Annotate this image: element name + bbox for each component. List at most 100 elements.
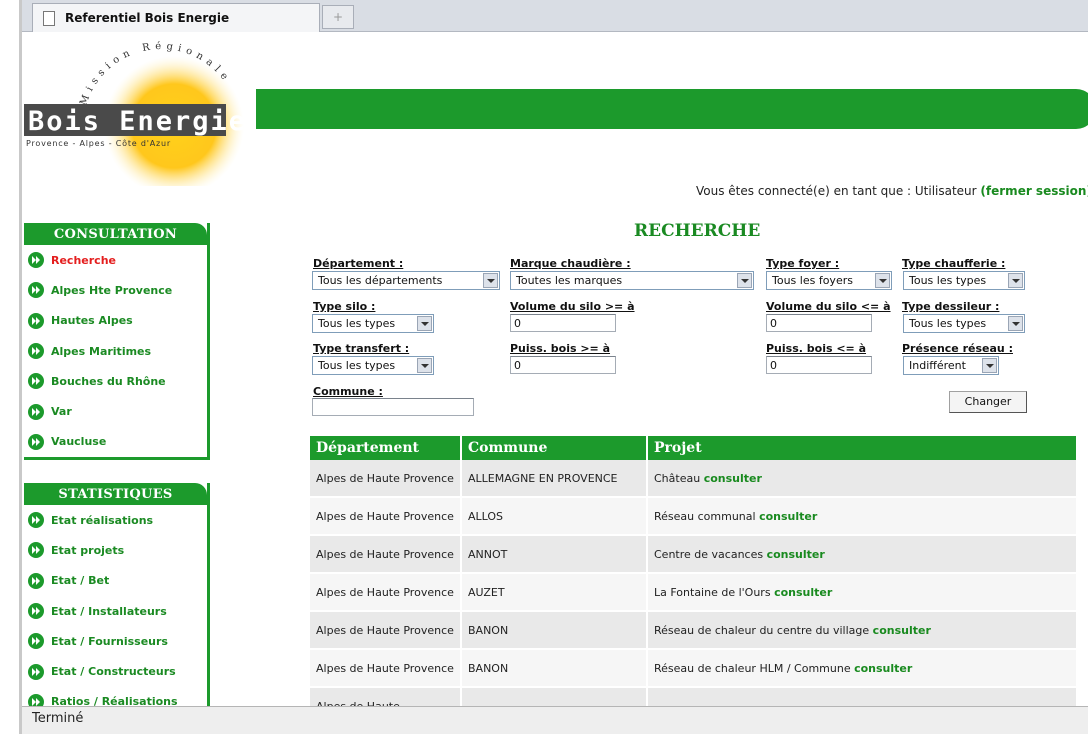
puiss-max-label: Puiss. bois <= à [766,342,867,355]
cell-commune-text: BANON [468,661,509,675]
cell-departement-text: Alpes de Haute Provence [316,509,454,523]
sidebar-item-etat-realisations[interactable]: Etat réalisations [24,505,207,535]
cell-commune: BANON [462,650,648,688]
cell-commune-text: BANON [468,623,509,637]
column-header-departement[interactable]: Département [310,436,462,460]
consulter-link[interactable]: consulter [704,472,762,485]
sidebar-item-ratios-realisations[interactable]: Ratios / Réalisations [24,687,207,706]
tab-title: Referentiel Bois Energie [65,11,230,25]
page-content: Mission Régionale Bois Energie Provence … [22,32,1088,706]
new-tab-button[interactable]: + [322,5,354,29]
column-header-projet[interactable]: Projet [648,436,1078,460]
cell-commune-text: ALLOS [468,509,504,523]
sidebar-item-etat-constructeurs[interactable]: Etat / Constructeurs [24,656,207,686]
consulter-link[interactable]: consulter [767,548,825,561]
arrow-bullet-icon [28,252,44,269]
cell-commune [462,688,648,706]
volume-min-input[interactable]: 0 [510,314,616,332]
arrow-bullet-icon [28,343,44,360]
consulter-link[interactable]: consulter [873,624,931,637]
tab-referentiel[interactable]: Referentiel Bois Energie [32,3,320,32]
sidebar-item-alpes-hte-provence[interactable]: Alpes Hte Provence [24,275,207,305]
browser-window: Referentiel Bois Energie + Mission Régio… [0,0,1088,734]
type-chaufferie-value: Tous les types [909,274,987,287]
sidebar-item-label: Etat / Bet [51,574,110,588]
logout-link[interactable]: (fermer session) [980,184,1088,198]
cell-projet-text: Château [654,471,704,485]
consulter-link[interactable]: consulter [759,510,817,523]
puiss-max-input[interactable]: 0 [766,356,872,374]
header-banner [256,89,1088,129]
table-row: Alpes de Haute Provence BANON Réseau de ch… [310,650,1078,688]
cell-projet: Centre de vacances consulter [648,536,1078,574]
sidebar-item-etat-projets[interactable]: Etat projets [24,535,207,565]
puiss-min-label: Puiss. bois >= à [510,342,611,355]
sidebar-item-etat-installateurs[interactable]: Etat / Installateurs [24,596,207,626]
type-foyer-value: Tous les foyers [772,274,853,287]
sidebar-item-etat-bet[interactable]: Etat / Bet [24,566,207,596]
sidebar-item-etat-fournisseurs[interactable]: Etat / Fournisseurs [24,626,207,656]
sidebar-item-bouches-du-rhone[interactable]: Bouches du Rhône [24,366,207,396]
cell-commune: ALLOS [462,498,648,536]
connect-text: Vous êtes connecté(e) en tant que : Util… [696,184,981,198]
sidebar-consultation-title: CONSULTATION [24,223,207,245]
consulter-link[interactable]: consulter [854,662,912,675]
type-dessileur-select[interactable]: Tous les types [903,314,1025,333]
sidebar-item-alpes-maritimes[interactable]: Alpes Maritimes [24,336,207,366]
cell-departement: Alpes de Haute [310,688,462,706]
cell-departement-text: Alpes de Haute Provence [316,471,454,485]
sidebar-item-hautes-alpes[interactable]: Hautes Alpes [24,306,207,336]
commune-input[interactable] [312,398,474,416]
type-transfert-select[interactable]: Tous les types [312,356,434,375]
type-foyer-select[interactable]: Tous les foyers [766,271,892,290]
sidebar-item-label: Etat / Constructeurs [51,665,176,679]
arrow-bullet-icon [28,512,44,529]
cell-commune: ANNOT [462,536,648,574]
type-silo-select[interactable]: Tous les types [312,314,434,333]
cell-commune-text: ALLEMAGNE EN PROVENCE [468,471,618,485]
cell-projet-text: Réseau de chaleur du centre du village [654,623,873,637]
cell-projet [648,688,1078,706]
arrow-bullet-icon [28,572,44,589]
puiss-min-input[interactable]: 0 [510,356,616,374]
type-foyer-label: Type foyer : [766,257,840,270]
marque-select[interactable]: Toutes les marques [510,271,754,290]
chevron-down-icon [1008,273,1023,288]
table-header-row: Département Commune Projet [310,436,1078,460]
presence-reseau-select[interactable]: Indifférent [903,356,999,375]
status-bar: Terminé [22,706,1088,734]
cell-commune: BANON [462,612,648,650]
type-transfert-label: Type transfert : [313,342,410,355]
bois-energie-logo: Mission Régionale Bois Energie Provence … [24,41,245,186]
sidebar-item-label: Etat projets [51,543,125,557]
cell-departement: Alpes de Haute Provence [310,498,462,536]
changer-button[interactable]: Changer [949,391,1027,413]
sidebar-consultation: CONSULTATION Recherche Alpes Hte Provenc… [24,223,210,461]
cell-commune-text: ANNOT [468,547,508,561]
volume-min-label: Volume du silo >= à [510,300,635,313]
sidebar-item-label: Alpes Maritimes [51,344,152,358]
sidebar-item-label: Bouches du Rhône [51,374,166,388]
cell-projet: Réseau communal consulter [648,498,1078,536]
departement-select[interactable]: Tous les départements [312,271,500,290]
arrow-bullet-icon [28,633,44,650]
sidebar-item-var[interactable]: Var [24,396,207,426]
type-dessileur-value: Tous les types [909,317,987,330]
sidebar-statistiques-title: STATISTIQUES [24,483,207,505]
type-chaufferie-select[interactable]: Tous les types [903,271,1025,290]
consulter-link[interactable]: consulter [774,586,832,599]
sidebar-item-label: Hautes Alpes [51,314,133,328]
column-header-commune[interactable]: Commune [462,436,648,460]
sidebar-item-label: Vaucluse [51,435,107,449]
sidebar-statistiques: STATISTIQUES Etat réalisations Etat proj… [24,483,210,706]
cell-projet-text: Réseau communal [654,509,760,523]
chevron-down-icon [417,316,432,331]
volume-max-input[interactable]: 0 [766,314,872,332]
cell-departement-text: Alpes de Haute Provence [316,623,454,637]
sidebar-item-label: Alpes Hte Provence [51,283,173,297]
sidebar-item-recherche[interactable]: Recherche [24,245,207,275]
sidebar-item-vaucluse[interactable]: Vaucluse [24,427,207,457]
sidebar-item-label: Etat / Installateurs [51,604,167,618]
results-table: Département Commune Projet Alpes de Haut… [310,436,1078,706]
window-edge [0,0,22,734]
